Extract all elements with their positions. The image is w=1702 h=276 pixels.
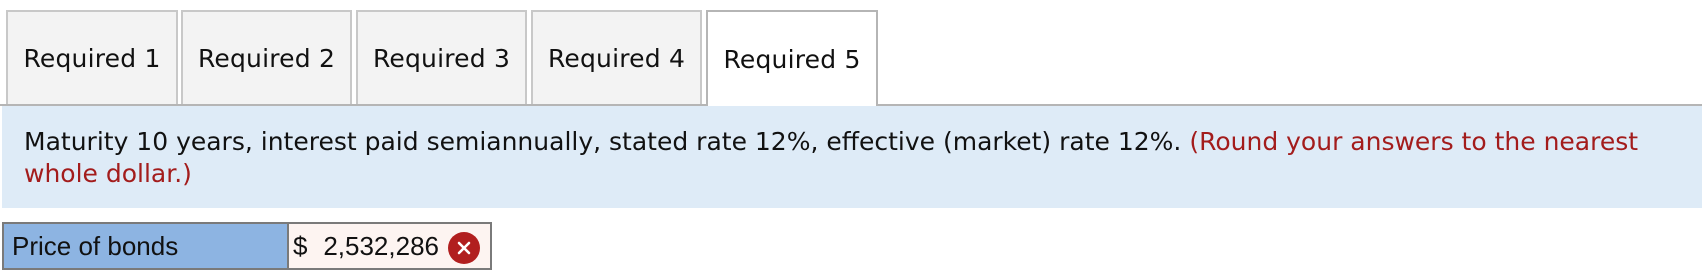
instruction-panel: Maturity 10 years, interest paid semiann… xyxy=(2,106,1702,208)
incorrect-x-icon xyxy=(448,232,480,264)
instruction-text: Maturity 10 years, interest paid semiann… xyxy=(24,127,1182,156)
price-of-bonds-label: Price of bonds xyxy=(2,222,288,270)
tab-required-5[interactable]: Required 5 xyxy=(706,10,878,106)
tab-required-3[interactable]: Required 3 xyxy=(356,10,527,104)
answer-row: Price of bonds $ 2,532,286 xyxy=(2,222,492,270)
tab-required-2[interactable]: Required 2 xyxy=(181,10,352,104)
price-of-bonds-value: 2,532,286 xyxy=(323,230,439,261)
tab-required-4[interactable]: Required 4 xyxy=(531,10,702,104)
tab-bar: Required 1 Required 2 Required 3 Require… xyxy=(0,0,1702,106)
currency-symbol: $ xyxy=(293,230,308,261)
tab-required-1[interactable]: Required 1 xyxy=(6,10,178,104)
price-of-bonds-input[interactable]: $ 2,532,286 xyxy=(288,222,492,270)
